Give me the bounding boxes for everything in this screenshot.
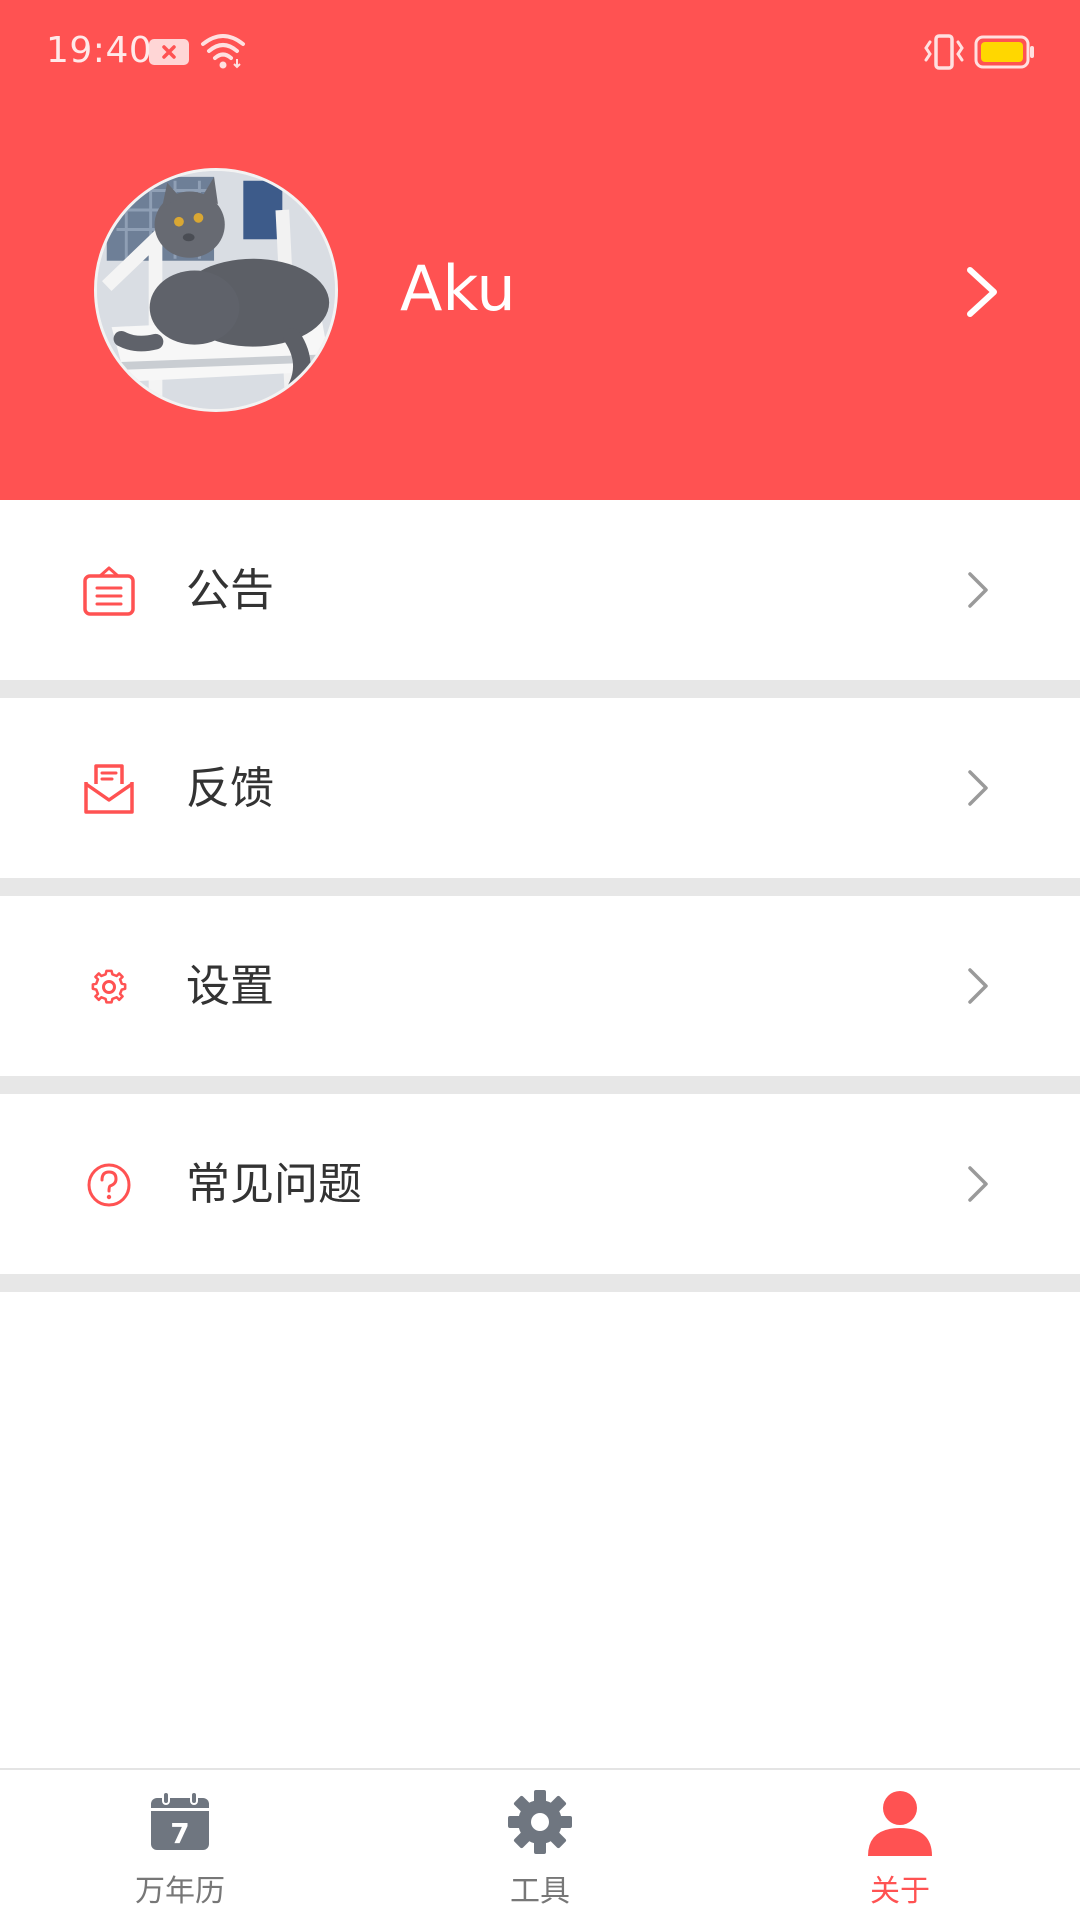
divider [0, 1274, 1080, 1292]
notice-icon [83, 566, 135, 616]
status-time: 19:40 [46, 30, 153, 71]
question-icon [87, 1163, 131, 1207]
menu-list: 公告 反馈 设置 常见问题 [0, 500, 1080, 1292]
tab-label: 万年历 [135, 1874, 225, 1909]
tab-about[interactable]: 关于 [720, 1770, 1080, 1922]
chevron-right-icon[interactable] [960, 264, 1004, 320]
profile-header: 19:40 Aku [0, 0, 1080, 500]
profile-row[interactable]: Aku [0, 160, 1080, 422]
calendar-day-number: 7 [170, 1817, 189, 1850]
menu-item-faq[interactable]: 常见问题 [0, 1094, 1080, 1274]
status-bar: 19:40 [0, 0, 1080, 104]
divider [0, 1076, 1080, 1094]
calendar-icon: 7 [151, 1791, 209, 1850]
chevron-right-icon [968, 1166, 988, 1202]
menu-label: 常见问题 [186, 1159, 362, 1210]
profile-name: Aku [400, 252, 516, 325]
menu-label: 反馈 [186, 763, 274, 814]
battery-icon [974, 35, 1034, 69]
gear-icon [91, 969, 127, 1004]
chevron-right-icon [968, 770, 988, 806]
menu-item-settings[interactable]: 设置 [0, 896, 1080, 1076]
person-icon [868, 1791, 932, 1856]
tab-label: 关于 [870, 1874, 930, 1909]
gear-icon [508, 1790, 572, 1854]
menu-item-announcement[interactable]: 公告 [0, 500, 1080, 680]
divider [0, 680, 1080, 698]
feedback-mail-icon [84, 764, 134, 814]
tab-calendar[interactable]: 7 万年历 [0, 1770, 360, 1922]
menu-item-feedback[interactable]: 反馈 [0, 698, 1080, 878]
bottom-tab-bar: 7 万年历 工具 关于 [0, 1768, 1080, 1920]
tab-label: 工具 [510, 1874, 570, 1909]
notification-icon [149, 39, 189, 65]
chevron-right-icon [968, 572, 988, 608]
chevron-right-icon [968, 968, 988, 1004]
menu-label: 公告 [186, 565, 274, 616]
tab-tools[interactable]: 工具 [360, 1770, 720, 1922]
avatar-cat-photo [97, 171, 335, 409]
menu-label: 设置 [186, 961, 274, 1012]
avatar[interactable] [94, 168, 338, 412]
divider [0, 878, 1080, 896]
wifi-icon [201, 34, 245, 69]
vibrate-icon [924, 34, 964, 70]
